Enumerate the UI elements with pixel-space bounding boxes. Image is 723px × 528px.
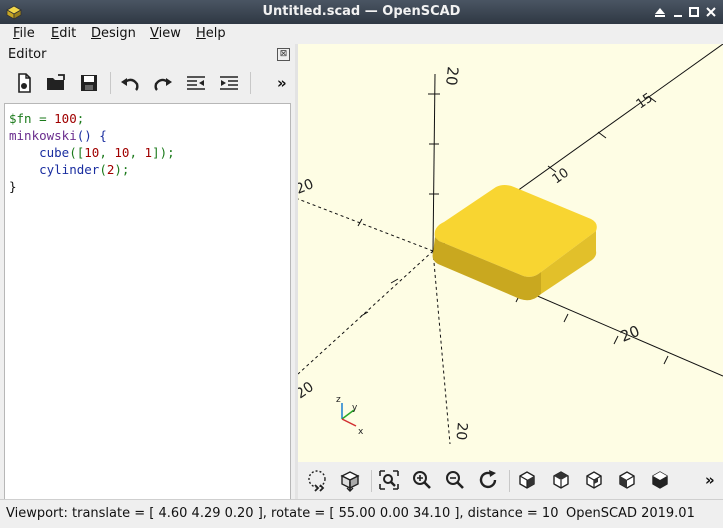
axis-label: 10 xyxy=(550,165,572,187)
code-token: 100 xyxy=(54,111,77,126)
z-axis-negative xyxy=(432,250,451,445)
code-token: minkowski xyxy=(9,128,77,143)
menu-design-label: esign xyxy=(101,26,136,41)
code-line-1: $fn = 100; xyxy=(9,110,84,127)
gizmo-x-axis xyxy=(341,418,357,427)
menu-help-label: elp xyxy=(205,26,226,41)
menu-view-mnemonic: V xyxy=(150,26,159,41)
code-token: = xyxy=(31,111,55,126)
code-token: 10 xyxy=(84,145,100,160)
redo-icon[interactable] xyxy=(151,72,175,96)
unindent-icon[interactable] xyxy=(184,72,208,96)
menu-bar: File Edit Design View Help xyxy=(0,24,723,44)
menu-design[interactable]: Design xyxy=(91,26,136,41)
menu-help-mnemonic: H xyxy=(196,26,206,41)
editor-title: Editor xyxy=(8,47,47,62)
scene-svg: 20 15 10 20 20 20 20 z y x xyxy=(298,44,723,445)
axis-label: 20 xyxy=(298,176,316,198)
axis-label: 20 xyxy=(298,379,317,402)
menu-view[interactable]: View xyxy=(150,26,181,41)
menu-view-label: iew xyxy=(158,26,181,41)
view-all-icon[interactable] xyxy=(377,468,401,492)
axis-label: 20 xyxy=(452,422,469,441)
reset-view-icon[interactable] xyxy=(476,468,500,492)
shade-window-button[interactable] xyxy=(652,3,668,21)
code-token: $fn xyxy=(9,111,32,126)
code-line-2: minkowski() { xyxy=(9,127,107,144)
editor-panel: Editor ⊠ » $fn = 100; minkowski() { cube… xyxy=(0,44,295,500)
code-token: cylinder xyxy=(39,162,100,177)
code-token: ]); xyxy=(152,145,175,160)
view-top-icon[interactable] xyxy=(549,468,573,492)
code-token: () { xyxy=(76,128,107,143)
viewport-status-text: Viewport: translate = [ 4.60 4.29 0.20 ]… xyxy=(6,506,558,521)
close-window-button[interactable] xyxy=(703,3,719,21)
code-token: , xyxy=(129,145,145,160)
version-label: OpenSCAD 2019.01 xyxy=(566,506,695,521)
menu-design-mnemonic: D xyxy=(91,26,102,41)
code-token: 1 xyxy=(144,145,153,160)
view-toolbar-more-button[interactable]: » xyxy=(705,471,715,489)
editor-close-button[interactable]: ⊠ xyxy=(277,48,290,61)
editor-toolbar-more-button[interactable]: » xyxy=(277,74,287,92)
3d-viewport[interactable]: 20 15 10 20 20 20 20 z y x xyxy=(298,44,723,462)
code-token: } xyxy=(9,179,17,194)
new-file-icon[interactable] xyxy=(12,71,36,95)
code-token: ([ xyxy=(69,145,85,160)
code-editor[interactable]: $fn = 100; minkowski() { cube([10, 10, 1… xyxy=(4,103,291,500)
save-icon[interactable] xyxy=(77,71,101,95)
menu-file-label: ile xyxy=(19,26,35,41)
indent-icon[interactable] xyxy=(217,72,241,96)
code-token: ); xyxy=(114,162,130,177)
zoom-in-icon[interactable] xyxy=(410,468,434,492)
gizmo-x-label: x xyxy=(358,427,364,437)
menu-help[interactable]: Help xyxy=(196,26,226,41)
toolbar-separator xyxy=(110,72,111,94)
toolbar-separator xyxy=(509,470,510,492)
axis-label: 20 xyxy=(618,322,642,346)
title-bar: Untitled.scad — OpenSCAD xyxy=(0,0,723,24)
axis-label: 20 xyxy=(442,66,462,87)
view-toolbar: » xyxy=(298,462,723,499)
menu-edit-mnemonic: E xyxy=(51,26,60,41)
orientation-gizmo: z y x xyxy=(336,395,364,437)
code-token: ; xyxy=(76,111,85,126)
code-line-5: } xyxy=(9,178,17,195)
view-left-icon[interactable] xyxy=(615,468,639,492)
view-right-icon[interactable] xyxy=(515,468,539,492)
code-token: cube xyxy=(39,145,70,160)
code-token: 10 xyxy=(114,145,130,160)
minimize-button[interactable] xyxy=(670,3,686,21)
zoom-out-icon[interactable] xyxy=(443,468,467,492)
view-front-icon[interactable] xyxy=(648,468,672,492)
toolbar-separator xyxy=(371,470,372,492)
code-line-4: cylinder(2); xyxy=(9,161,129,178)
z-axis-positive xyxy=(432,73,436,252)
code-token: ( xyxy=(99,162,107,177)
x-axis-negative xyxy=(298,198,434,252)
gizmo-y-label: y xyxy=(352,403,358,413)
preview-icon[interactable] xyxy=(305,468,329,492)
menu-file[interactable]: File xyxy=(13,26,35,41)
window-title: Untitled.scad — OpenSCAD xyxy=(262,4,461,19)
status-bar: Viewport: translate = [ 4.60 4.29 0.20 ]… xyxy=(0,499,723,528)
view-bottom-icon[interactable] xyxy=(582,468,606,492)
open-file-icon[interactable] xyxy=(44,71,68,95)
y-axis-negative xyxy=(298,250,434,375)
render-icon[interactable] xyxy=(338,468,362,492)
code-line-3: cube([10, 10, 1]); xyxy=(9,144,175,161)
undo-icon[interactable] xyxy=(118,72,142,96)
menu-edit[interactable]: Edit xyxy=(51,26,76,41)
code-token: , xyxy=(99,145,115,160)
maximize-button[interactable] xyxy=(686,3,702,21)
toolbar-separator xyxy=(250,72,251,94)
gizmo-z-label: z xyxy=(336,395,341,405)
menu-edit-label: dit xyxy=(59,26,77,41)
